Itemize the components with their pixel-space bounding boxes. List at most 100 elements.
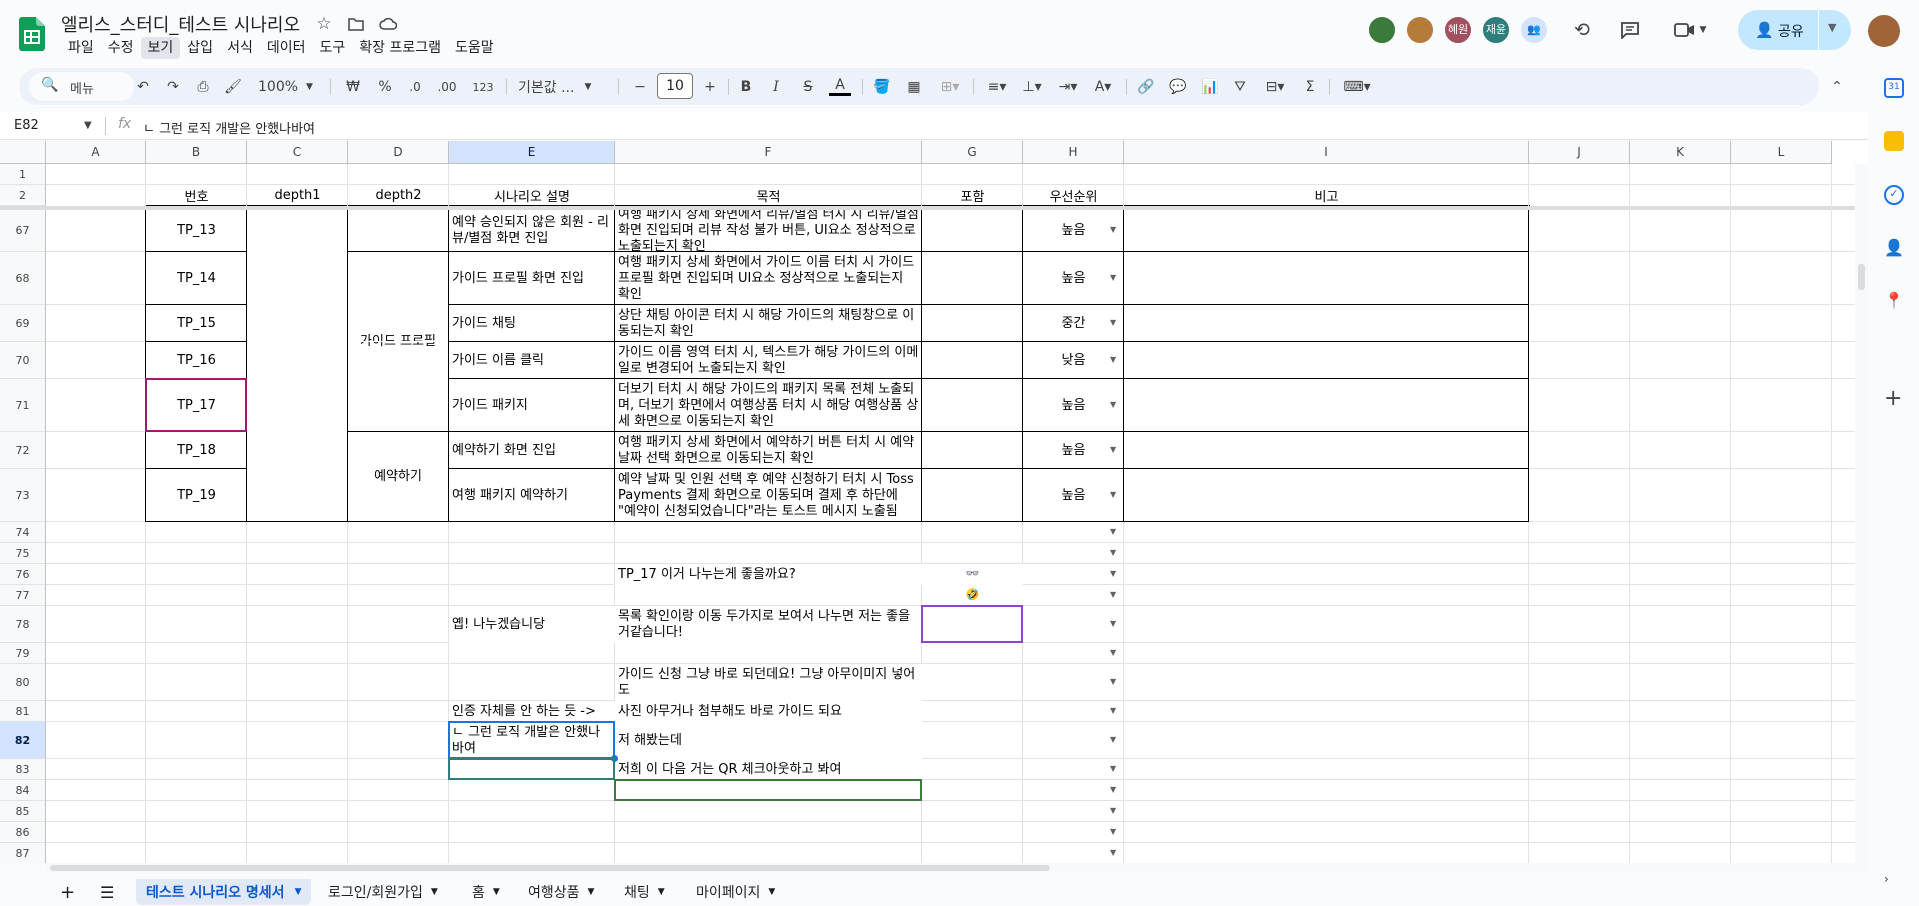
row-header-81[interactable]: 81 <box>0 701 46 722</box>
cell-f83[interactable]: 저희 이 다음 거는 QR 체크아웃하고 봐여 <box>615 759 922 780</box>
row-header-67[interactable]: 67 <box>0 210 46 252</box>
priority-dropdown-icon[interactable]: ▼ <box>1110 648 1116 657</box>
menu-edit[interactable]: 수정 <box>101 37 141 59</box>
more-formats-button[interactable]: 123 <box>469 76 497 98</box>
cell-b69[interactable]: TP_15 <box>146 305 247 342</box>
cell-e69[interactable]: 가이드 채팅 <box>449 305 615 342</box>
priority-dropdown-icon[interactable]: ▼ <box>1110 677 1116 686</box>
increase-decimal-button[interactable]: .00 <box>434 76 460 98</box>
tab-login[interactable]: 로그인/회원가입 ▼ <box>318 879 448 905</box>
row-header-71[interactable]: 71 <box>0 379 46 432</box>
row-header-79[interactable]: 79 <box>0 643 46 664</box>
strikethrough-button[interactable]: S <box>797 76 819 98</box>
move-folder-icon[interactable] <box>345 13 367 35</box>
share-button[interactable]: 👤 공유 ▼ <box>1738 10 1851 50</box>
hide-menus-icon[interactable]: ⌃ <box>1826 76 1848 98</box>
vertical-align-icon[interactable]: ⊥▾ <box>1017 76 1047 98</box>
active-cell-e82[interactable] <box>448 721 615 759</box>
contacts-icon[interactable]: 👤 <box>1884 238 1904 258</box>
cell-g77[interactable]: 🤣 <box>922 585 1023 606</box>
print-icon[interactable]: ⎙ <box>192 76 214 98</box>
menu-data[interactable]: 데이터 <box>260 37 313 59</box>
menu-view[interactable]: 보기 <box>140 37 181 59</box>
column-header-i[interactable]: I <box>1124 141 1529 164</box>
tab-test-scenario[interactable]: 테스트 시나리오 명세서 ▼ <box>136 879 312 905</box>
priority-dropdown-icon[interactable]: ▼ <box>1110 848 1116 857</box>
font-select[interactable]: 기본값 ... ▼ <box>518 76 610 98</box>
cell-f80[interactable]: 가이드 신청 그냥 바로 되던데요! 그냥 아무이미지 넣어도 <box>615 664 922 701</box>
cell-h72[interactable]: 높음 <box>1023 432 1124 469</box>
tab-mypage[interactable]: 마이페이지 ▼ <box>686 879 785 905</box>
cell-h71[interactable]: 높음 <box>1023 379 1124 432</box>
user-avatar[interactable] <box>1868 15 1900 47</box>
menu-format[interactable]: 서식 <box>220 37 260 59</box>
row-header-77[interactable]: 77 <box>0 585 46 606</box>
cell-e72[interactable]: 예약하기 화면 진입 <box>449 432 615 469</box>
cell-h68[interactable]: 높음 <box>1023 252 1124 305</box>
more-collaborators-icon[interactable]: 👥 <box>1519 15 1549 45</box>
tasks-icon[interactable]: ✓ <box>1884 185 1904 205</box>
collaborator-avatar[interactable]: 혜원 <box>1443 15 1473 45</box>
row-header-84[interactable]: 84 <box>0 780 46 801</box>
row-header-68[interactable]: 68 <box>0 252 46 305</box>
insert-link-icon[interactable]: 🔗 <box>1135 76 1157 98</box>
star-icon[interactable]: ☆ <box>313 13 335 35</box>
cell-h69[interactable]: 중간 <box>1023 305 1124 342</box>
insert-chart-icon[interactable]: 📊 <box>1199 76 1221 98</box>
row-header-82[interactable]: 82 <box>0 722 46 759</box>
add-on-icon[interactable]: + <box>1884 388 1904 410</box>
column-header-f[interactable]: F <box>615 141 922 164</box>
priority-dropdown-icon[interactable]: ▼ <box>1110 400 1116 409</box>
row-header-78[interactable]: 78 <box>0 606 46 643</box>
column-header-a[interactable]: A <box>46 141 146 164</box>
row-header-72[interactable]: 72 <box>0 432 46 469</box>
cell-b68[interactable]: TP_14 <box>146 252 247 305</box>
bold-button[interactable]: B <box>735 76 757 98</box>
cell-e81[interactable]: 인증 자체를 안 하는 듯 -> <box>449 701 615 722</box>
row-header-74[interactable]: 74 <box>0 522 46 543</box>
filter-views-icon[interactable]: ⊟▾ <box>1259 76 1291 98</box>
column-header-h[interactable]: H <box>1023 141 1124 164</box>
formula-input[interactable]: ㄴ 그런 로직 개발은 안했나바여 <box>143 118 315 137</box>
row-header-86[interactable]: 86 <box>0 822 46 843</box>
filter-icon[interactable]: ⛛ <box>1229 76 1251 98</box>
cell-h67[interactable]: 높음 <box>1023 210 1124 252</box>
name-box[interactable]: E82 <box>14 118 39 133</box>
column-header-e[interactable]: E <box>449 141 615 164</box>
font-size-input[interactable]: 10 <box>657 73 693 99</box>
menu-search[interactable]: 🔍 메뉴 <box>29 72 134 101</box>
cell-h73[interactable]: 높음 <box>1023 469 1124 522</box>
decrease-decimal-button[interactable]: .0 <box>404 76 426 98</box>
cell-e67[interactable]: 예약 승인되지 않은 회원 - 리뷰/별점 화면 진입 <box>449 210 615 252</box>
priority-dropdown-icon[interactable]: ▼ <box>1110 619 1116 628</box>
cell-b70[interactable]: TP_16 <box>146 342 247 379</box>
keep-icon[interactable] <box>1884 131 1904 151</box>
show-side-panel-icon[interactable]: › <box>1884 872 1904 892</box>
cell-f78[interactable]: 목록 확인이랑 이동 두가지로 보여서 나누면 저는 좋을거같습니다! <box>615 606 922 643</box>
functions-icon[interactable]: Σ <box>1299 76 1321 98</box>
cloud-status-icon[interactable] <box>377 13 399 35</box>
horizontal-scrollbar[interactable] <box>46 863 1868 873</box>
priority-dropdown-icon[interactable]: ▼ <box>1110 785 1116 794</box>
priority-dropdown-icon[interactable]: ▼ <box>1110 318 1116 327</box>
menu-file[interactable]: 파일 <box>61 37 101 59</box>
cell-e70[interactable]: 가이드 이름 클릭 <box>449 342 615 379</box>
undo-icon[interactable]: ↶ <box>132 76 154 98</box>
text-color-button[interactable]: A <box>829 76 851 96</box>
row-header-76[interactable]: 76 <box>0 564 46 585</box>
tab-home[interactable]: 홈 ▼ <box>462 879 510 905</box>
row-header-70[interactable]: 70 <box>0 342 46 379</box>
cell-b72[interactable]: TP_18 <box>146 432 247 469</box>
menu-extensions[interactable]: 확장 프로그램 <box>352 37 448 59</box>
text-wrap-icon[interactable]: ⇥▾ <box>1053 76 1083 98</box>
history-icon[interactable]: ⟲ <box>1569 17 1595 43</box>
cell-e78[interactable]: 옙! 나누겠습니당 <box>449 606 615 643</box>
column-header-j[interactable]: J <box>1529 141 1630 164</box>
horizontal-align-icon[interactable]: ≡▾ <box>982 76 1012 98</box>
column-header-b[interactable]: B <box>146 141 247 164</box>
priority-dropdown-icon[interactable]: ▼ <box>1110 706 1116 715</box>
priority-dropdown-icon[interactable]: ▼ <box>1110 355 1116 364</box>
collaborator-avatar[interactable] <box>1405 15 1435 45</box>
row-header-1[interactable]: 1 <box>0 164 46 185</box>
zoom-select[interactable]: 100% ▼ <box>258 76 318 98</box>
